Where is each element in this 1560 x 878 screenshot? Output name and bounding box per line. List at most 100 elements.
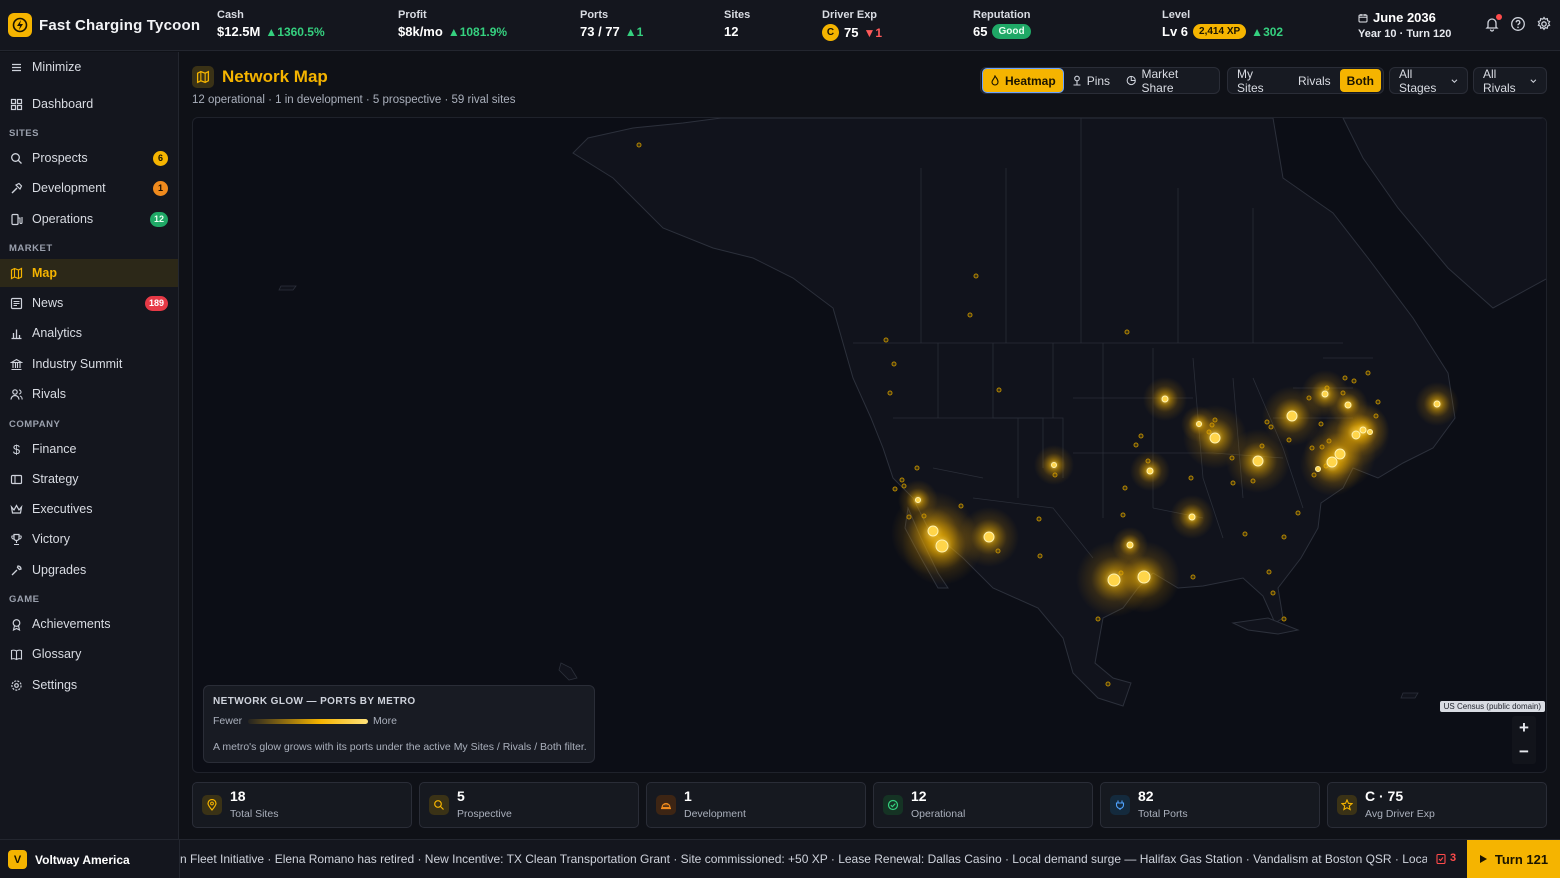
legend-gradient <box>248 719 368 724</box>
sidebar-item-label: Rivals <box>32 387 67 401</box>
alerts-indicator[interactable]: 3 <box>1436 852 1456 864</box>
sidebar-item-finance[interactable]: $ Finance <box>0 435 178 463</box>
sidebar-item-development[interactable]: Development 1 <box>0 174 178 202</box>
rival-dropdown[interactable]: All Rivals <box>1473 66 1547 95</box>
flame-icon <box>991 75 999 86</box>
cash-label: Cash <box>217 9 244 21</box>
zoom-controls: + − <box>1512 716 1536 764</box>
alerts-count: 3 <box>1450 852 1457 864</box>
both-button[interactable]: Both <box>1339 69 1381 92</box>
brand: Fast Charging Tycoon <box>8 13 200 37</box>
ports-stat: Ports 73 / 77 ▲1 <box>580 9 643 39</box>
sidebar-item-rivals[interactable]: Rivals <box>0 380 178 408</box>
profit-value: $8k/mo <box>398 24 443 39</box>
reputation-value: 65 <box>973 24 988 39</box>
sidebar-item-achievements[interactable]: Achievements <box>0 610 178 638</box>
legend-fewer: Fewer <box>213 715 243 727</box>
sidebar-item-prospects[interactable]: Prospects 6 <box>0 144 178 172</box>
network-map[interactable]: NETWORK GLOW — PORTS BY METRO Fewer More… <box>192 117 1547 773</box>
charger-icon <box>11 213 23 225</box>
company-switcher[interactable]: V Voltway America <box>8 850 130 869</box>
legend-title: NETWORK GLOW — PORTS BY METRO <box>213 696 416 707</box>
sidebar-item-upgrades[interactable]: Upgrades <box>0 556 178 584</box>
help-icon[interactable] <box>1510 16 1526 32</box>
map-icon <box>192 66 214 88</box>
sidebar-item-settings[interactable]: Settings <box>0 671 178 699</box>
building-icon <box>10 358 23 370</box>
map-icon <box>10 267 23 279</box>
bell-icon[interactable] <box>1484 14 1502 32</box>
users-icon <box>10 388 23 400</box>
level-value: Lv 6 <box>1162 24 1189 39</box>
sidebar-item-label: News <box>32 296 64 310</box>
top-bar: Fast Charging Tycoon Cash $12.5M ▲1360.5%… <box>0 0 1560 51</box>
view-mode-toggle: Heatmap Pins Market Share <box>980 67 1220 95</box>
heatmap-button[interactable]: Heatmap <box>983 69 1063 92</box>
chevron-down-icon <box>1451 78 1458 83</box>
sidebar-item-label: Finance <box>32 442 77 456</box>
sidebar-minimize[interactable]: Minimize <box>0 53 178 81</box>
company-name: Voltway America <box>35 852 130 867</box>
news-badge: 189 <box>144 295 168 311</box>
zoom-out-button[interactable]: − <box>1512 740 1536 764</box>
stage-dropdown-value: All Stages <box>1399 66 1437 95</box>
driver-exp-stat: Driver Exp C 75 ▼1 <box>822 9 882 41</box>
sidebar-item-dashboard[interactable]: Dashboard <box>0 90 178 118</box>
prospects-badge: 6 <box>153 150 168 166</box>
sidebar-item-label: Map <box>32 266 57 280</box>
pie-icon <box>1126 75 1136 86</box>
driver-exp-delta: ▼1 <box>863 25 883 40</box>
sidebar-item-executives[interactable]: Executives <box>0 495 178 523</box>
sidebar-item-label: Prospects <box>32 151 88 165</box>
my-sites-button[interactable]: My Sites <box>1230 67 1289 95</box>
sidebar-item-label: Dashboard <box>32 97 94 111</box>
rival-dropdown-value: All Rivals <box>1483 66 1516 95</box>
card-value: 12 <box>911 788 927 804</box>
card-label: Operational <box>911 808 966 820</box>
hammer-icon <box>11 182 23 193</box>
sidebar-item-operations[interactable]: Operations 12 <box>0 205 178 233</box>
sites-stat: Sites 12 <box>724 9 750 39</box>
sidebar-item-victory[interactable]: Victory <box>0 525 178 553</box>
sidebar-item-glossary[interactable]: Glossary <box>0 640 178 668</box>
gear-icon[interactable] <box>1536 16 1552 32</box>
level-stat: Level Lv 6 2,414 XP ▲302 <box>1162 9 1283 39</box>
sidebar-item-news[interactable]: News 189 <box>0 289 178 317</box>
card-value: 18 <box>230 788 246 804</box>
newspaper-icon <box>10 297 23 309</box>
company-logo: V <box>8 850 27 869</box>
dashboard-icon <box>10 98 23 110</box>
profit-stat: Profit $8k/mo ▲1081.9% <box>398 9 507 39</box>
market-share-button[interactable]: Market Share <box>1119 67 1217 95</box>
calendar-icon <box>1358 13 1368 22</box>
pins-button[interactable]: Pins <box>1065 69 1117 92</box>
cash-value: $12.5M <box>217 24 261 39</box>
level-delta: ▲302 <box>1251 24 1284 39</box>
zoom-in-button[interactable]: + <box>1512 716 1536 740</box>
sidebar-item-label: Development <box>32 181 106 195</box>
rivals-button[interactable]: Rivals <box>1291 69 1338 92</box>
sidebar-item-label: Analytics <box>32 326 83 340</box>
card-value: 82 <box>1138 788 1154 804</box>
sidebar-item-label: Minimize <box>32 60 82 74</box>
sidebar-item-label: Victory <box>32 532 70 546</box>
stage-dropdown[interactable]: All Stages <box>1389 66 1468 95</box>
map-canvas[interactable] <box>193 118 1547 773</box>
card-total-sites: 18 Total Sites <box>192 782 412 828</box>
top-icons <box>1484 14 1552 32</box>
strategy-icon <box>10 474 23 484</box>
bar-chart-icon <box>11 329 22 339</box>
next-turn-button[interactable]: Turn 121 <box>1467 840 1560 878</box>
card-label: Avg Driver Exp <box>1365 808 1435 820</box>
sidebar-item-analytics[interactable]: Analytics <box>0 319 178 347</box>
card-label: Prospective <box>457 808 512 820</box>
operations-badge: 12 <box>149 211 168 227</box>
sidebar-item-strategy[interactable]: Strategy <box>0 465 178 493</box>
news-ticker[interactable]: n Fleet Initiative · Elena Romano has re… <box>179 840 1427 878</box>
reputation-label: Reputation <box>973 9 1031 21</box>
section-market: MARKET <box>9 243 53 254</box>
sidebar-item-label: Glossary <box>32 647 82 661</box>
map-attribution: US Census (public domain) <box>1439 701 1545 712</box>
sidebar-item-map[interactable]: Map <box>0 259 178 287</box>
sidebar-item-industry-summit[interactable]: Industry Summit <box>0 350 178 378</box>
